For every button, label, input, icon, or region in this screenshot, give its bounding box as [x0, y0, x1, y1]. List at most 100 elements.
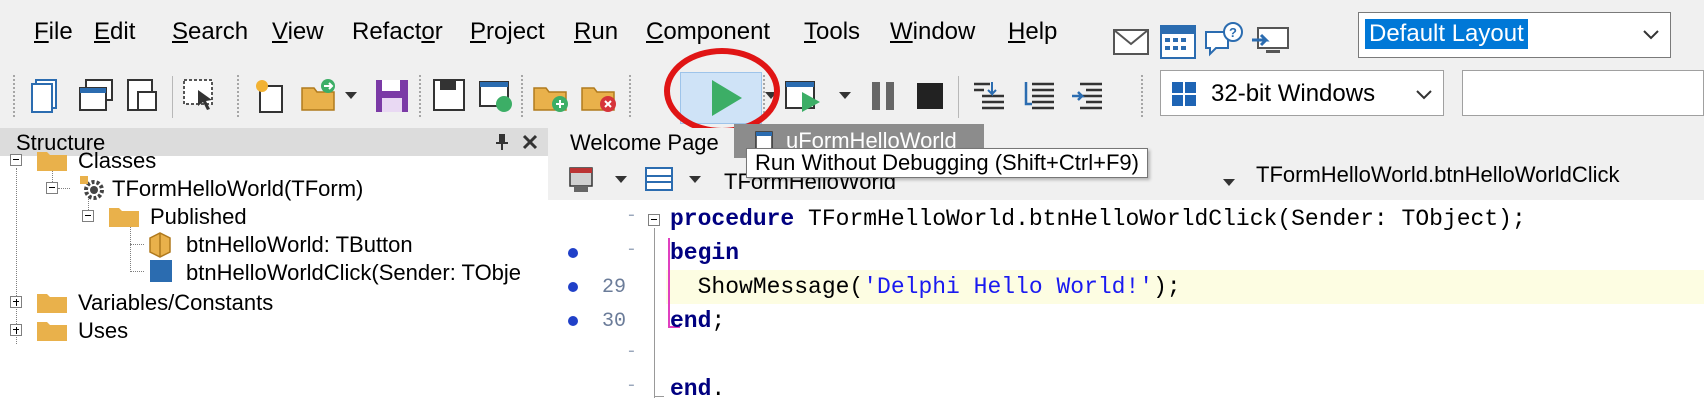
- menu-edit[interactable]: Edit: [94, 18, 135, 46]
- dropdown-arrow-icon[interactable]: [688, 174, 702, 184]
- menu-bar: File Edit Search View Refactor Project R…: [0, 0, 1704, 64]
- folder-icon: [109, 208, 139, 227]
- target-platform-value: 32-bit Windows: [1211, 80, 1376, 107]
- menu-file[interactable]: File: [34, 18, 73, 46]
- folder-icon: [37, 294, 67, 313]
- run-to-cursor-icon[interactable]: [1066, 74, 1110, 118]
- code-line[interactable]: procedure TFormHelloWorld.btnHelloWorldC…: [670, 206, 1526, 232]
- gutter-mark: -: [626, 240, 637, 260]
- target-platform-selector[interactable]: 32-bit Windows: [1160, 70, 1444, 116]
- help-chat-icon[interactable]: ?: [1202, 20, 1246, 64]
- toolbar-grip[interactable]: [418, 74, 423, 118]
- line-number: 29: [602, 276, 627, 299]
- breakpoint-dot[interactable]: [568, 316, 578, 326]
- tree-item-published[interactable]: Published: [150, 204, 247, 230]
- step-over-icon[interactable]: [1018, 74, 1062, 118]
- structure-panel: Structure Classes TFormHelloWorld(TForm)…: [0, 128, 548, 412]
- tree-expand-uses[interactable]: [10, 324, 22, 336]
- class-browser-icon[interactable]: [566, 162, 600, 196]
- tab-welcome-page[interactable]: Welcome Page: [570, 130, 719, 156]
- toolbar-grip[interactable]: [520, 74, 525, 118]
- dropdown-arrow-icon[interactable]: [838, 90, 852, 100]
- fold-outer-line: [654, 228, 655, 398]
- stop-icon[interactable]: [908, 74, 952, 118]
- class-gear-icon: [80, 176, 104, 200]
- new-form-icon[interactable]: [74, 74, 118, 118]
- code-line[interactable]: begin: [670, 240, 739, 266]
- gutter-mark: -: [626, 342, 637, 362]
- dropdown-arrow-icon[interactable]: [344, 90, 358, 100]
- method-selector[interactable]: TFormHelloWorld.btnHelloWorldClick: [1256, 162, 1620, 188]
- layout-selector[interactable]: Default Layout: [1358, 12, 1671, 58]
- tree-collapse-published[interactable]: [82, 210, 94, 222]
- code-fold-toggle[interactable]: [648, 214, 660, 226]
- tree-item-uses[interactable]: Uses: [78, 318, 128, 344]
- tree-collapse-classes[interactable]: [10, 154, 22, 166]
- chevron-down-icon: [1416, 90, 1432, 100]
- code-line[interactable]: end.: [670, 376, 725, 402]
- menu-window[interactable]: Window: [890, 18, 975, 46]
- toolbar: [0, 64, 1704, 128]
- toolbar-grip[interactable]: [12, 74, 17, 118]
- tree-expand-variables[interactable]: [10, 296, 22, 308]
- code-line-current[interactable]: ShowMessage('Delphi Hello World!');: [670, 274, 1181, 300]
- new-items-icon[interactable]: [250, 74, 294, 118]
- gutter-mark: -: [626, 206, 637, 226]
- pause-icon[interactable]: [862, 74, 906, 118]
- menu-project[interactable]: Project: [470, 18, 545, 46]
- play-icon: [712, 80, 742, 116]
- tree-item-variables[interactable]: Variables/Constants: [78, 290, 273, 316]
- calendar-icon[interactable]: [1156, 20, 1200, 64]
- mail-icon[interactable]: [1110, 20, 1154, 64]
- save-all-icon[interactable]: [428, 74, 472, 118]
- svg-text:?: ?: [1229, 25, 1237, 40]
- remote-connect-icon[interactable]: [1250, 20, 1294, 64]
- breakpoint-dot[interactable]: [568, 248, 578, 258]
- run-tooltip: Run Without Debugging (Shift+Ctrl+F9): [746, 148, 1148, 178]
- field-icon: [149, 232, 171, 258]
- menu-help[interactable]: Help: [1008, 18, 1057, 46]
- menu-component[interactable]: Component: [646, 18, 770, 46]
- select-component-icon[interactable]: [178, 74, 222, 118]
- tree-item-form-class[interactable]: TFormHelloWorld(TForm): [112, 176, 363, 202]
- tree-item-classes[interactable]: Classes: [78, 148, 156, 174]
- method-icon: [150, 260, 172, 282]
- toolbar-separator: [958, 76, 959, 118]
- toolbar-grip[interactable]: [628, 74, 633, 118]
- toolbar-grip[interactable]: [1140, 74, 1145, 118]
- new-file-icon[interactable]: [26, 74, 70, 118]
- dropdown-arrow-icon[interactable]: [614, 174, 628, 184]
- chevron-down-icon: [1643, 30, 1659, 40]
- menu-view[interactable]: View: [272, 18, 324, 46]
- toolbar-separator: [172, 76, 173, 118]
- open-folder-icon[interactable]: [298, 74, 342, 118]
- menu-search[interactable]: Search: [172, 18, 248, 46]
- breakpoint-dot[interactable]: [568, 282, 578, 292]
- tree-item-click-method[interactable]: btnHelloWorldClick(Sender: TObje: [186, 260, 521, 286]
- menu-tools[interactable]: Tools: [804, 18, 860, 46]
- line-number: 30: [602, 310, 627, 333]
- folder-icon: [37, 322, 67, 341]
- fold-outer-end: [654, 396, 664, 397]
- trace-into-icon[interactable]: [968, 74, 1012, 118]
- close-icon[interactable]: [520, 132, 540, 152]
- menu-refactor[interactable]: Refactor: [352, 18, 443, 46]
- unit-list-icon[interactable]: [642, 162, 676, 196]
- tree-item-button-field[interactable]: btnHelloWorld: TButton: [186, 232, 413, 258]
- gutter-mark: -: [626, 376, 637, 396]
- windows-logo-icon: [1172, 82, 1196, 106]
- run-dropdown-arrow-icon[interactable]: [764, 90, 778, 100]
- open-project-icon[interactable]: [474, 74, 518, 118]
- code-line[interactable]: end;: [670, 308, 725, 334]
- menu-run[interactable]: Run: [574, 18, 618, 46]
- remove-from-project-icon[interactable]: [578, 74, 622, 118]
- add-to-project-icon[interactable]: [530, 74, 574, 118]
- new-unit-icon[interactable]: [120, 74, 164, 118]
- layout-selector-value: Default Layout: [1365, 19, 1528, 49]
- toolbar-grip[interactable]: [236, 74, 241, 118]
- build-configuration-box[interactable]: [1462, 70, 1704, 116]
- pin-icon[interactable]: [492, 132, 512, 152]
- tree-collapse-form-class[interactable]: [46, 182, 58, 194]
- run-debug-icon[interactable]: [782, 74, 826, 118]
- save-icon[interactable]: [370, 74, 414, 118]
